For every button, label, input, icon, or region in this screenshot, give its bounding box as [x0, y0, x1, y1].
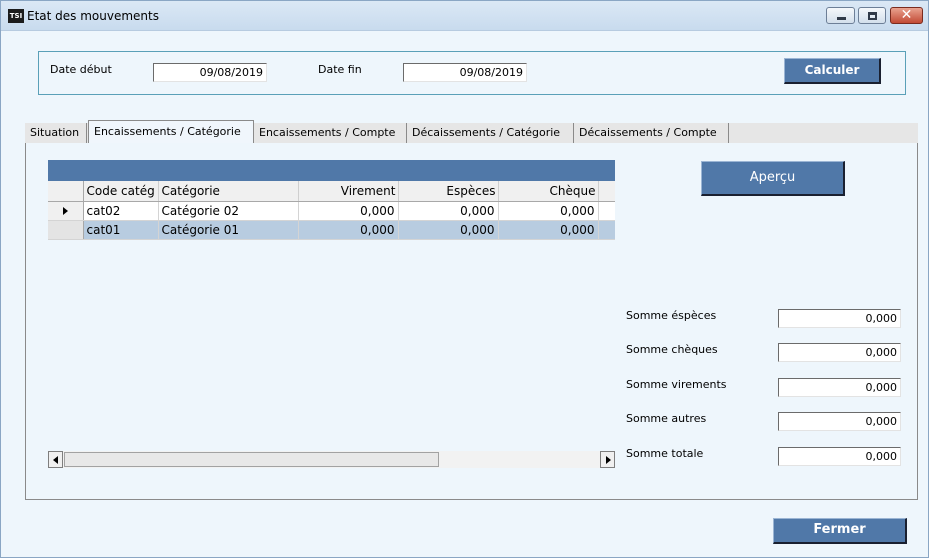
end-date-field[interactable]: 09/08/2019 — [403, 63, 527, 82]
cell-categorie[interactable]: Catégorie 01 — [158, 220, 299, 240]
client-area: Date début 09/08/2019 Date fin 09/08/201… — [1, 32, 928, 557]
start-date-field[interactable]: 09/08/2019 — [153, 63, 267, 82]
table-row[interactable]: cat01 Catégorie 01 0,000 0,000 0,000 — [48, 220, 615, 240]
sum-totale-label: Somme totale — [626, 447, 704, 460]
grid-table: Code catég Catégorie Virement Espèces Ch… — [48, 181, 615, 240]
cell-filler — [598, 220, 615, 240]
column-header-virement[interactable]: Virement — [298, 181, 399, 202]
scroll-left-button[interactable] — [48, 451, 63, 468]
close-icon: ✕ — [900, 7, 913, 23]
cell-especes[interactable]: 0,000 — [398, 220, 499, 240]
table-row[interactable]: cat02 Catégorie 02 0,000 0,000 0,000 — [48, 201, 615, 221]
start-date-label: Date début — [50, 63, 112, 76]
sum-virements-label: Somme virements — [626, 378, 727, 391]
sum-cheques-field[interactable]: 0,000 — [778, 343, 901, 362]
close-button[interactable]: Fermer — [773, 518, 907, 544]
arrow-right-icon — [62, 206, 68, 215]
tab-strip: Situation Encaissements / Catégorie Enca… — [25, 120, 918, 143]
tab-situation[interactable]: Situation — [25, 123, 87, 143]
window-title: Etat des mouvements — [27, 9, 159, 23]
cell-categorie[interactable]: Catégorie 02 — [158, 201, 299, 221]
sum-cheques-label: Somme chèques — [626, 343, 718, 356]
cell-cheque[interactable]: 0,000 — [498, 220, 599, 240]
horizontal-scrollbar[interactable] — [48, 451, 615, 468]
cell-filler — [598, 201, 615, 221]
calculate-button[interactable]: Calculer — [784, 58, 881, 84]
cell-especes[interactable]: 0,000 — [398, 201, 499, 221]
minimize-button[interactable] — [826, 7, 855, 24]
maximize-button[interactable] — [858, 7, 886, 24]
end-date-label: Date fin — [318, 63, 362, 76]
sum-virements-field[interactable]: 0,000 — [778, 378, 901, 397]
tab-encaissements-compte[interactable]: Encaissements / Compte — [254, 123, 407, 143]
cell-code[interactable]: cat02 — [83, 201, 159, 221]
tab-decaissements-compte[interactable]: Décaissements / Compte — [574, 123, 729, 143]
tab-panel: Code catég Catégorie Virement Espèces Ch… — [25, 143, 918, 500]
close-window-button[interactable]: ✕ — [890, 7, 923, 24]
grid-header-row: Code catég Catégorie Virement Espèces Ch… — [48, 181, 615, 202]
column-header-categorie[interactable]: Catégorie — [158, 181, 299, 202]
scroll-left-icon — [53, 456, 58, 464]
column-header-cheque[interactable]: Chèque — [498, 181, 599, 202]
main-window: TSI Etat des mouvements ✕ Date début 09/… — [0, 0, 929, 558]
sum-autres-label: Somme autres — [626, 412, 707, 425]
column-header-code[interactable]: Code catég — [83, 181, 159, 202]
minimize-icon — [837, 17, 846, 20]
maximize-icon — [868, 12, 877, 20]
row-indicator — [48, 220, 84, 240]
column-header-filler — [598, 181, 615, 202]
sum-autres-field[interactable]: 0,000 — [778, 412, 901, 431]
tab-encaissements-categorie[interactable]: Encaissements / Catégorie — [88, 120, 254, 143]
column-header-especes[interactable]: Espèces — [398, 181, 499, 202]
cell-virement[interactable]: 0,000 — [298, 220, 399, 240]
cell-cheque[interactable]: 0,000 — [498, 201, 599, 221]
sum-especes-field[interactable]: 0,000 — [778, 309, 901, 328]
sum-totale-field[interactable]: 0,000 — [778, 447, 901, 466]
grid-caption-bar — [48, 160, 615, 181]
scroll-right-icon — [606, 456, 611, 464]
sum-especes-label: Somme éspèces — [626, 309, 717, 322]
scroll-right-button[interactable] — [600, 451, 615, 468]
current-row-indicator — [48, 201, 84, 221]
category-grid: Code catég Catégorie Virement Espèces Ch… — [48, 160, 615, 468]
preview-button[interactable]: Aperçu — [701, 161, 845, 196]
row-indicator-header — [48, 181, 84, 202]
date-range-panel: Date début 09/08/2019 Date fin 09/08/201… — [38, 51, 906, 95]
cell-code[interactable]: cat01 — [83, 220, 159, 240]
tab-decaissements-categorie[interactable]: Décaissements / Catégorie — [407, 123, 574, 143]
scrollbar-thumb[interactable] — [64, 452, 439, 467]
cell-virement[interactable]: 0,000 — [298, 201, 399, 221]
title-bar[interactable]: TSI Etat des mouvements ✕ — [1, 1, 928, 31]
app-icon: TSI — [8, 9, 24, 23]
